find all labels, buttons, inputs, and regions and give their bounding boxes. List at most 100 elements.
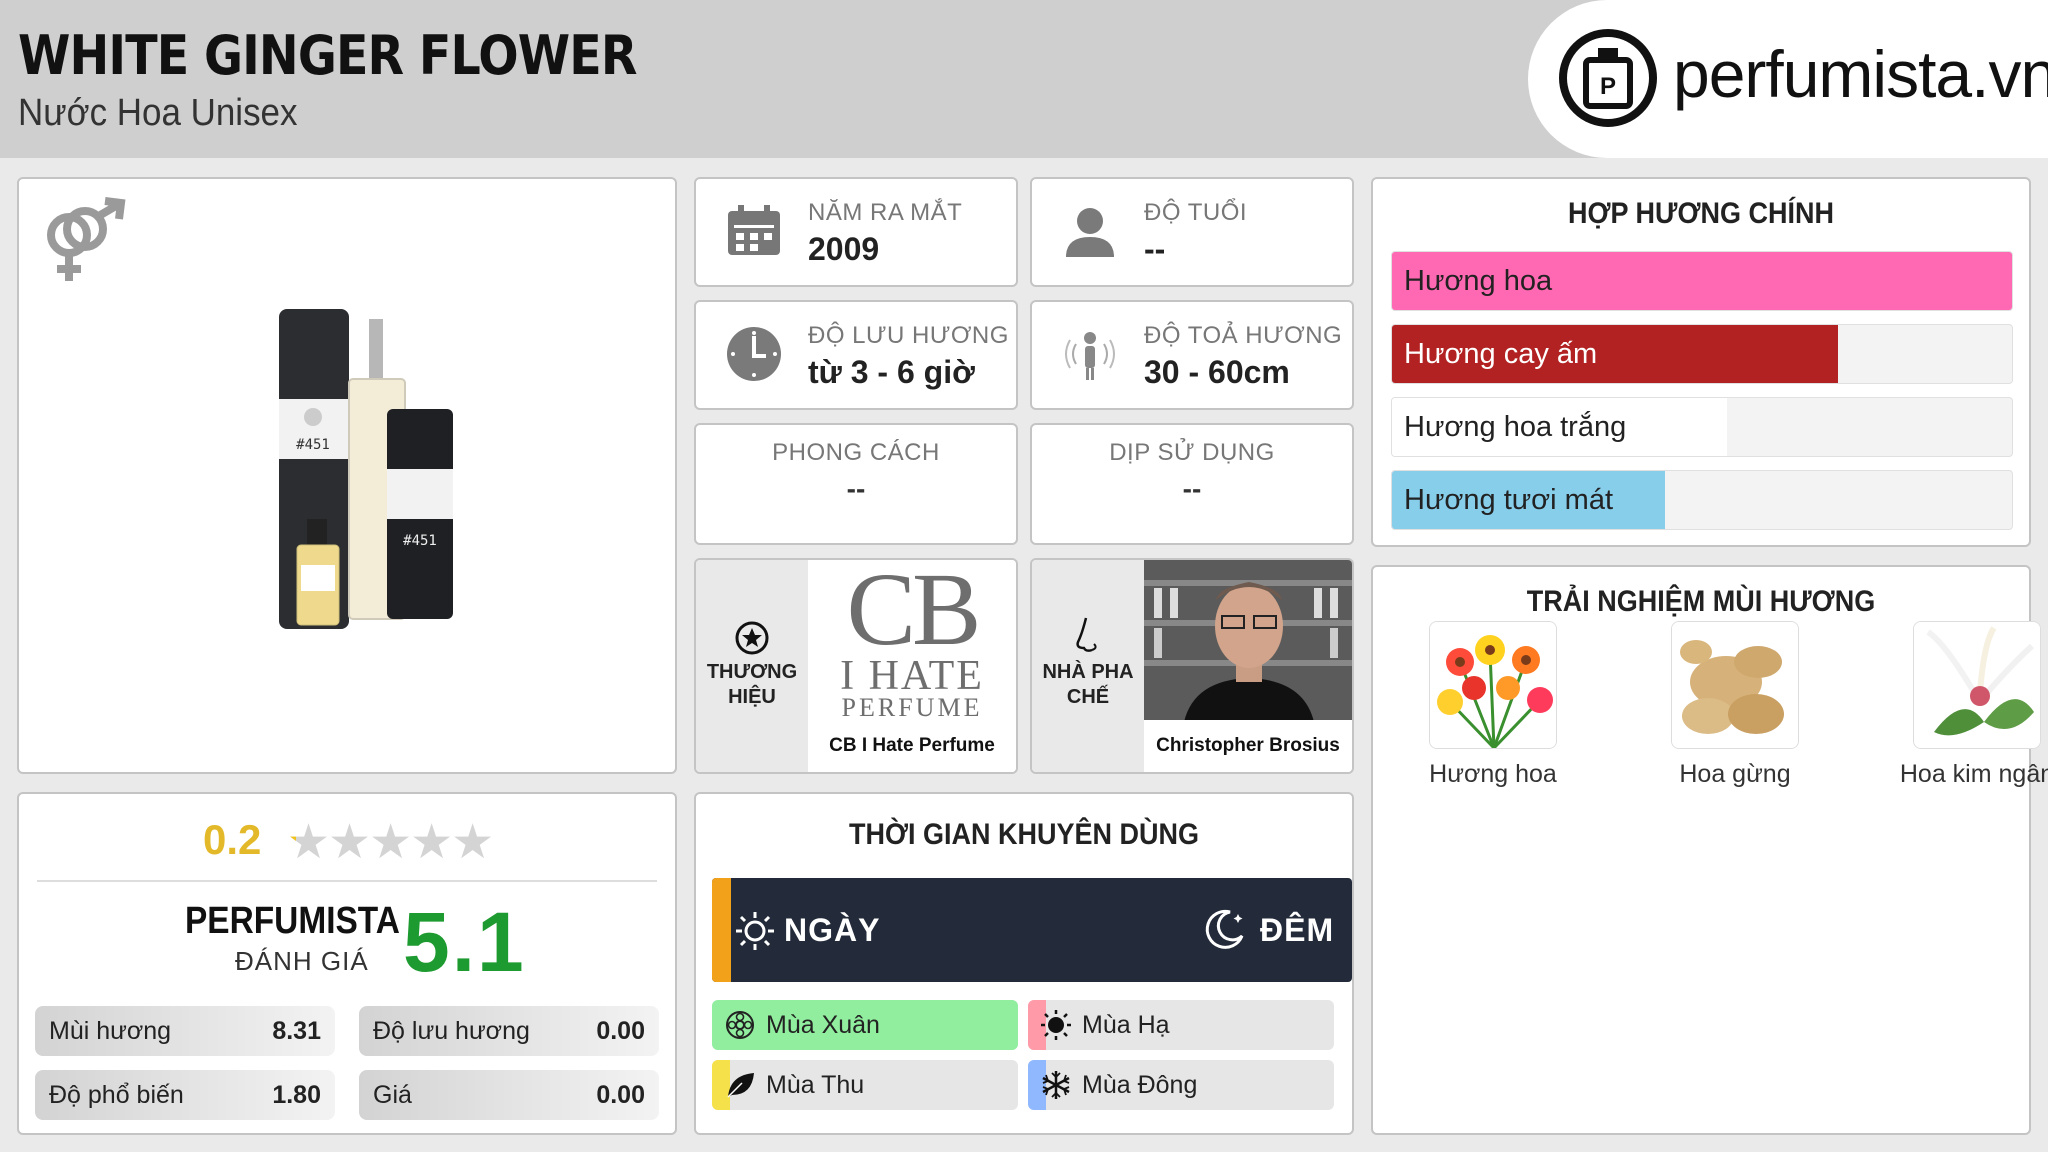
brand-logo[interactable]: P perfumista.vn (1528, 0, 2048, 158)
metric-scent: Mùi hương 8.31 (35, 1006, 335, 1056)
metric-longevity: Độ lưu hương 0.00 (359, 1006, 659, 1056)
season-label: Mùa Hạ (1082, 1011, 1170, 1039)
accords-title: HỢP HƯƠNG CHÍNH (1567, 197, 1834, 230)
perfumer-label: NHÀ PHA CHẾ (1042, 661, 1134, 708)
brand-logo-ihate: I HATE (840, 653, 984, 699)
longevity-card: ĐỘ LƯU HƯƠNG từ 3 - 6 giờ (694, 300, 1018, 410)
sillage-card: ĐỘ TOẢ HƯƠNG 30 - 60cm (1030, 300, 1354, 410)
star-badge-icon (735, 621, 769, 655)
style-label: PHONG CÁCH (772, 439, 940, 466)
accord-label: Hương hoa (1404, 265, 1553, 297)
night-label: ĐÊM (1260, 912, 1335, 948)
radiating-person-icon (1065, 332, 1115, 380)
ginger-root-image (1672, 622, 1798, 748)
rating-divider (37, 880, 657, 882)
perfume-title: WHITE GINGER FLOWER (18, 24, 637, 87)
day-label: NGÀY (784, 912, 881, 948)
metric-price: Giá 0.00 (359, 1070, 659, 1120)
rating-card: 0.2 ★★★★★ ★★★★★ PERFUMISTA ĐÁNH GIÁ 5.1 … (17, 792, 677, 1135)
accord-bar: Hương hoa (1391, 251, 2013, 311)
metric-label: Độ lưu hương (373, 1017, 530, 1045)
season-spring: Mùa Xuân (712, 1000, 1018, 1050)
occasion-value: -- (1182, 473, 1202, 504)
accord-bar: Hương hoa trắng (1391, 397, 2013, 457)
accord-label: Hương cay ấm (1404, 338, 1598, 370)
note-label: Hoa kim ngân (1899, 760, 2048, 788)
perfumer-name: Christopher Brosius (1144, 720, 1352, 772)
brand-side-panel: THƯƠNG HIỆU (696, 560, 808, 772)
brand-logo-perfume: PERFUME (841, 693, 983, 722)
metric-value: 0.00 (596, 1017, 645, 1045)
note-item[interactable]: Hương hoa (1403, 621, 1583, 790)
metric-value: 8.31 (272, 1017, 321, 1045)
season-label: Mùa Thu (766, 1071, 865, 1099)
metric-label: Độ phổ biến (49, 1081, 184, 1109)
moon-icon (1205, 909, 1244, 949)
launch-year-value: 2009 (808, 231, 880, 267)
flower-icon (726, 1011, 754, 1039)
season-label: Mùa Xuân (766, 1011, 880, 1039)
stars-empty: ★★★★★ (287, 816, 494, 869)
style-card: PHONG CÁCH -- (694, 423, 1018, 545)
accord-bar: Hương tươi mát (1391, 470, 2013, 530)
occasion-label: DỊP SỬ DỤNG (1109, 439, 1275, 466)
usage-time-card: THỜI GIAN KHUYÊN DÙNG NGÀY ĐÊM Mùa Xuân … (694, 792, 1354, 1135)
usage-title: THỜI GIAN KHUYÊN DÙNG (848, 818, 1200, 851)
occasion-card: DỊP SỬ DỤNG -- (1030, 423, 1354, 545)
note-thumbnail (1671, 621, 1799, 749)
honeysuckle-image (1914, 622, 2040, 748)
user-rating-stars[interactable]: ★★★★★ ★★★★★ (287, 814, 517, 870)
main-accords-card: HỢP HƯƠNG CHÍNH Hương hoa Hương cay ấm Hươ… (1371, 177, 2031, 547)
sillage-label: ĐỘ TOẢ HƯƠNG (1144, 322, 1343, 349)
note-thumbnail (1913, 621, 2041, 749)
unisex-gender-icon (47, 197, 126, 281)
user-rating-score: 0.2 (203, 816, 262, 863)
season-label: Mùa Đông (1082, 1071, 1198, 1099)
header-bar: WHITE GINGER FLOWER Nước Hoa Unisex P pe… (0, 0, 2048, 158)
metric-label: Mùi hương (49, 1017, 172, 1045)
launch-year-label: NĂM RA MẮT (808, 199, 963, 226)
metric-value: 0.00 (596, 1081, 645, 1109)
svg-text:P: P (1600, 73, 1616, 100)
leaf-icon (727, 1073, 754, 1098)
note-item[interactable]: Hoa kim ngân (1887, 621, 2048, 790)
brand-card[interactable]: THƯƠNG HIỆU CB I HATE PERFUME CB I Hate … (694, 558, 1018, 774)
season-autumn: Mùa Thu (712, 1060, 1018, 1110)
person-icon (1066, 208, 1114, 257)
perfume-bottle-logo-icon: P (1559, 29, 1657, 127)
age-value: -- (1144, 231, 1166, 267)
longevity-value: từ 3 - 6 giờ (808, 354, 975, 390)
longevity-label: ĐỘ LƯU HƯƠNG (808, 322, 1009, 349)
season-summer: Mùa Hạ (1028, 1000, 1334, 1050)
product-image-card: #451 #451 (17, 177, 677, 774)
clock-icon (727, 327, 781, 381)
mixed-flowers-image (1430, 622, 1556, 748)
accord-label: Hương hoa trắng (1404, 411, 1627, 443)
calendar-icon (728, 205, 780, 255)
product-photo: #451 #451 (279, 309, 453, 629)
age-card: ĐỘ TUỔI -- (1030, 177, 1354, 287)
perfumer-card[interactable]: NHÀ PHA CHẾ Christopher Brosius (1030, 558, 1354, 774)
brand-logo-image: CB I HATE PERFUME (808, 560, 1016, 722)
style-value: -- (846, 473, 866, 504)
logo-text: perfumista.vn (1673, 37, 2048, 111)
note-label: Hương hoa (1429, 760, 1557, 788)
sillage-value: 30 - 60cm (1144, 354, 1290, 390)
notes-title: TRẢI NGHIỆM MÙI HƯƠNG (1526, 585, 1876, 618)
metric-label: Giá (373, 1081, 412, 1109)
perfumista-sublabel: ĐÁNH GIÁ (235, 946, 369, 976)
metric-popularity: Độ phổ biến 1.80 (35, 1070, 335, 1120)
day-night-bar: NGÀY ĐÊM (712, 878, 1352, 982)
perfumista-score: 5.1 (403, 895, 526, 989)
accord-bar: Hương cay ấm (1391, 324, 2013, 384)
stars-filled: ★★★★★ (287, 814, 296, 870)
brand-label: THƯƠNG HIỆU (706, 661, 798, 708)
svg-text:#451: #451 (403, 533, 437, 549)
note-item[interactable]: Hoa gừng (1645, 621, 1825, 790)
note-label: Hoa gừng (1679, 760, 1791, 788)
sun-icon (1041, 1010, 1071, 1040)
perfumista-label: PERFUMISTA (185, 900, 400, 942)
metric-value: 1.80 (272, 1081, 321, 1109)
nose-icon (1076, 617, 1097, 652)
brand-name: CB I Hate Perfume (808, 720, 1016, 772)
